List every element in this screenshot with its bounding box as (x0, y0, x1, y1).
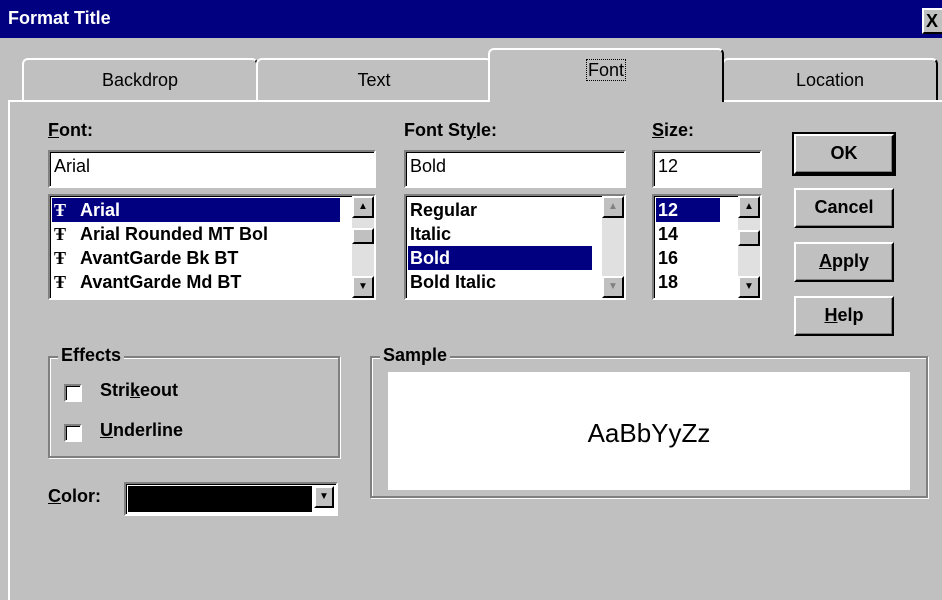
font-style-scrollbar[interactable]: ▲ ▼ (602, 196, 624, 298)
size-input[interactable]: 12 (652, 150, 762, 188)
size-label: Size: (652, 120, 695, 140)
list-item[interactable]: Bold (408, 246, 592, 270)
list-item[interactable]: Regular (408, 198, 592, 222)
underline-checkbox[interactable] (64, 424, 82, 442)
scroll-thumb[interactable] (352, 228, 374, 244)
sample-group: Sample AaBbYyZz (370, 345, 928, 498)
cancel-button[interactable]: Cancel (794, 188, 894, 228)
scroll-up-icon[interactable]: ▲ (352, 196, 374, 218)
tab-font[interactable]: Font (488, 48, 724, 102)
tab-backdrop-label: Backdrop (101, 70, 179, 90)
list-item[interactable]: Italic (408, 222, 592, 246)
tab-backdrop[interactable]: Backdrop (22, 58, 258, 102)
title-bar: Format Title X (0, 0, 942, 38)
font-style-input[interactable]: Bold (404, 150, 626, 188)
list-item[interactable]: Ŧ AvantGarde Bk BT (52, 246, 340, 270)
effects-group: Effects Strikeout Underline (48, 345, 340, 458)
sample-preview: AaBbYyZz (388, 372, 910, 490)
scroll-up-icon[interactable]: ▲ (738, 196, 760, 218)
format-title-dialog: Format Title X Backdrop Text Location Fo… (0, 0, 942, 600)
font-style-value: Bold (410, 156, 447, 176)
underline-label[interactable]: Underline (100, 420, 183, 441)
ok-button[interactable]: OK (792, 132, 896, 176)
scroll-up-icon[interactable]: ▲ (602, 196, 624, 218)
size-list[interactable]: 12 14 16 18 ▲ ▼ (652, 194, 762, 300)
list-item[interactable]: 14 (656, 222, 720, 246)
color-select[interactable]: ▼ (124, 482, 338, 516)
truetype-icon: Ŧ (54, 248, 67, 268)
truetype-icon: Ŧ (54, 272, 67, 292)
font-style-label: Font Style: (404, 120, 498, 140)
font-list-scrollbar[interactable]: ▲ ▼ (352, 196, 374, 298)
list-item[interactable]: Ŧ Arial (52, 198, 340, 222)
list-item[interactable]: Bold Italic (408, 270, 592, 294)
tab-font-label: Font (585, 59, 627, 81)
chevron-down-icon[interactable]: ▼ (314, 486, 334, 508)
effects-legend: Effects (58, 345, 125, 366)
sample-legend: Sample (380, 345, 451, 366)
window-title: Format Title (8, 8, 111, 28)
size-list-scrollbar[interactable]: ▲ ▼ (738, 196, 760, 298)
list-item[interactable]: 16 (656, 246, 720, 270)
help-button[interactable]: Help (794, 296, 894, 336)
scroll-down-icon[interactable]: ▼ (352, 276, 374, 298)
tab-location-label: Location (795, 70, 865, 90)
list-item[interactable]: 18 (656, 270, 720, 294)
tab-text-label: Text (357, 70, 391, 90)
list-item[interactable]: Ŧ Arial Rounded MT Bol (52, 222, 340, 246)
truetype-icon: Ŧ (54, 224, 67, 244)
tab-location[interactable]: Location (722, 58, 938, 102)
strikeout-label[interactable]: Strikeout (100, 380, 178, 401)
font-label: Font: (48, 120, 93, 140)
font-style-list[interactable]: Regular Italic Bold Bold Italic ▲ ▼ (404, 194, 626, 300)
sample-text: AaBbYyZz (587, 418, 711, 448)
scroll-thumb[interactable] (738, 230, 760, 246)
size-value: 12 (658, 156, 679, 176)
close-icon: X (926, 11, 939, 31)
list-item[interactable]: 12 (656, 198, 720, 222)
font-name-value: Arial (54, 156, 91, 176)
scroll-down-icon[interactable]: ▼ (738, 276, 760, 298)
font-name-input[interactable]: Arial (48, 150, 376, 188)
color-swatch (128, 486, 312, 512)
color-label: Color: (48, 486, 101, 506)
font-list[interactable]: Ŧ Arial Ŧ Arial Rounded MT Bol Ŧ AvantGarde… (48, 194, 376, 300)
apply-button[interactable]: Apply (794, 242, 894, 282)
scroll-down-icon[interactable]: ▼ (602, 276, 624, 298)
strikeout-checkbox[interactable] (64, 384, 82, 402)
close-button[interactable]: X (922, 8, 942, 34)
tab-text[interactable]: Text (256, 58, 492, 102)
truetype-icon: Ŧ (54, 200, 67, 220)
list-item[interactable]: Ŧ AvantGarde Md BT (52, 270, 340, 294)
